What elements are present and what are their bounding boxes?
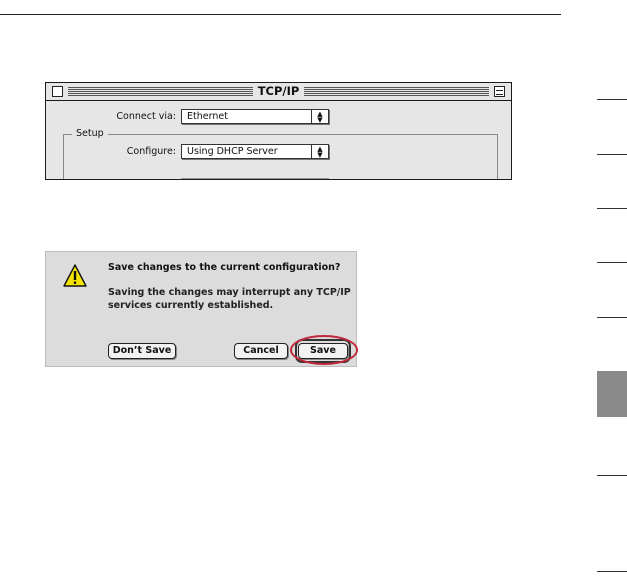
cancel-button[interactable]: Cancel — [234, 343, 288, 359]
tcpip-window: TCP/IP Connect via: Ethernet ▲ ▼ Setup Co… — [45, 82, 512, 180]
page-top-rule — [0, 14, 561, 15]
dialog-question: Save changes to the current configuratio… — [108, 262, 341, 273]
dialog-message-line-1: Saving the changes may interrupt any TCP… — [108, 287, 351, 298]
zoom-box-icon[interactable] — [494, 86, 505, 97]
window-titlebar[interactable]: TCP/IP — [46, 83, 511, 101]
highlight-oval — [290, 335, 358, 365]
section-tab-8 — [597, 571, 627, 572]
section-tab-7 — [597, 475, 627, 476]
section-tab-1 — [597, 99, 627, 100]
section-tab-active — [597, 371, 627, 417]
dialog-message: Saving the changes may interrupt any TCP… — [108, 286, 351, 312]
configure-popup[interactable]: Using DHCP Server ▲ ▼ — [181, 144, 329, 159]
configure-label: Configure: — [126, 146, 176, 157]
configure-value: Using DHCP Server — [187, 146, 278, 157]
popup-arrows-icon: ▲ ▼ — [311, 145, 328, 159]
dialog-message-line-2: services currently established. — [108, 300, 274, 311]
popup-arrows-icon: ▲ ▼ — [311, 110, 328, 124]
window-title: TCP/IP — [46, 84, 511, 98]
truncated-field[interactable] — [181, 178, 329, 179]
section-tab-4 — [597, 262, 627, 263]
connect-via-label: Connect via: — [116, 111, 176, 122]
section-tab-2 — [597, 154, 627, 155]
save-changes-dialog: Save changes to the current configuratio… — [45, 251, 358, 367]
connect-via-popup[interactable]: Ethernet ▲ ▼ — [181, 109, 329, 124]
setup-label: Setup — [72, 128, 108, 139]
dont-save-button[interactable]: Don’t Save — [108, 343, 176, 359]
section-tab-3 — [597, 208, 627, 209]
connect-via-value: Ethernet — [187, 111, 228, 122]
section-tab-5 — [597, 317, 627, 318]
warning-icon — [63, 264, 87, 287]
